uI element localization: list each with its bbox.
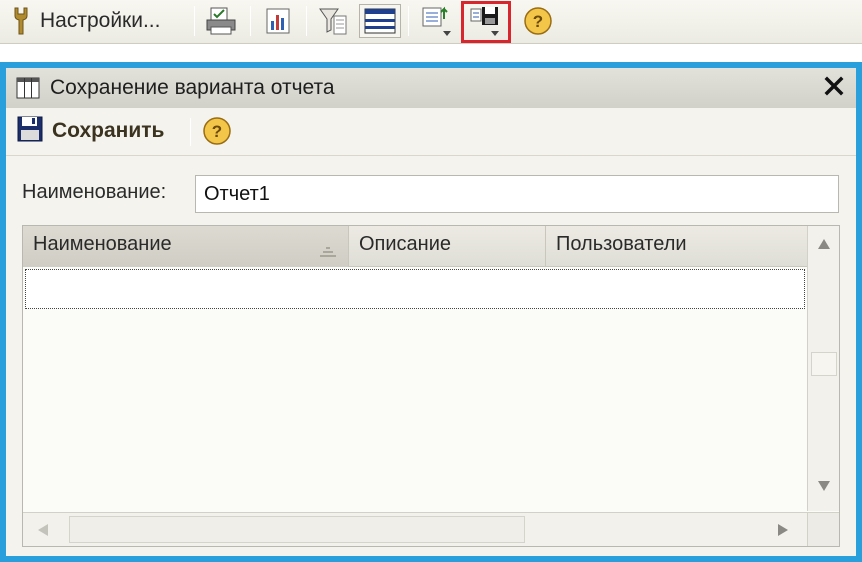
column-header-name[interactable]: Наименование [23,226,349,267]
help-icon: ? [523,6,553,36]
scroll-down-arrow-icon[interactable] [814,476,834,496]
scroll-left-arrow-icon[interactable] [33,520,53,540]
settings-label: Настройки... [40,9,161,32]
variants-table[interactable]: Наименование Описание Пользователи [22,225,840,547]
print-check-button[interactable] [203,4,239,38]
chart-button[interactable] [260,4,296,38]
horizontal-scrollbar[interactable] [23,512,807,546]
wrench-icon [12,6,30,36]
settings-button[interactable]: Настройки... [12,4,190,38]
horizontal-scroll-thumb[interactable] [69,516,525,543]
column-header-name-label: Наименование [33,233,172,255]
filter-button[interactable] [314,4,352,38]
table-header: Наименование Описание Пользователи [23,226,807,267]
scroll-right-arrow-icon[interactable] [773,520,793,540]
column-header-users-label: Пользователи [556,233,687,255]
save-button[interactable]: Сохранить [16,114,164,148]
floppy-disk-icon [16,115,44,148]
name-label: Наименование: [22,181,167,203]
dialog-command-bar: Сохранить ? [6,108,856,156]
highlight-frame [461,1,511,43]
main-toolbar: Настройки... ? [0,0,862,44]
toolbar-separator [408,6,409,36]
svg-text:?: ? [212,122,222,141]
window-titlebar: Сохранение варианта отчета [6,68,856,108]
window-body: Сохранение варианта отчета Сохранить ? Н… [6,68,856,556]
window-title: Сохранение варианта отчета [50,76,335,99]
column-header-description[interactable]: Описание [349,226,546,267]
scroll-corner [807,512,839,546]
save-label: Сохранить [52,119,165,142]
dialog-help-button[interactable]: ? [202,116,232,151]
help-button[interactable]: ? [520,4,556,38]
table-view-button[interactable] [359,4,401,38]
toolbar-separator [194,6,195,36]
help-icon: ? [202,117,232,150]
save-variant-window: Сохранение варианта отчета Сохранить ? Н… [0,62,862,562]
name-input[interactable] [195,175,839,213]
table-icon [364,8,396,34]
sort-ascending-icon [318,240,338,263]
chart-icon [265,7,291,35]
scroll-up-arrow-icon[interactable] [814,234,834,254]
print-check-icon [206,7,236,35]
vertical-scroll-thumb[interactable] [811,352,837,376]
close-button[interactable] [820,74,848,102]
table-columns-icon [16,77,40,104]
load-variant-button[interactable] [418,4,456,38]
table-row[interactable] [25,269,805,309]
column-header-description-label: Описание [359,233,452,255]
toolbar-separator [250,6,251,36]
command-separator [190,118,191,146]
filter-icon [318,6,348,36]
toolbar-separator [306,6,307,36]
svg-text:?: ? [533,12,543,31]
load-variant-icon [420,5,454,37]
vertical-scrollbar[interactable] [807,226,839,511]
close-icon [824,76,844,101]
column-header-users[interactable]: Пользователи [546,226,807,267]
